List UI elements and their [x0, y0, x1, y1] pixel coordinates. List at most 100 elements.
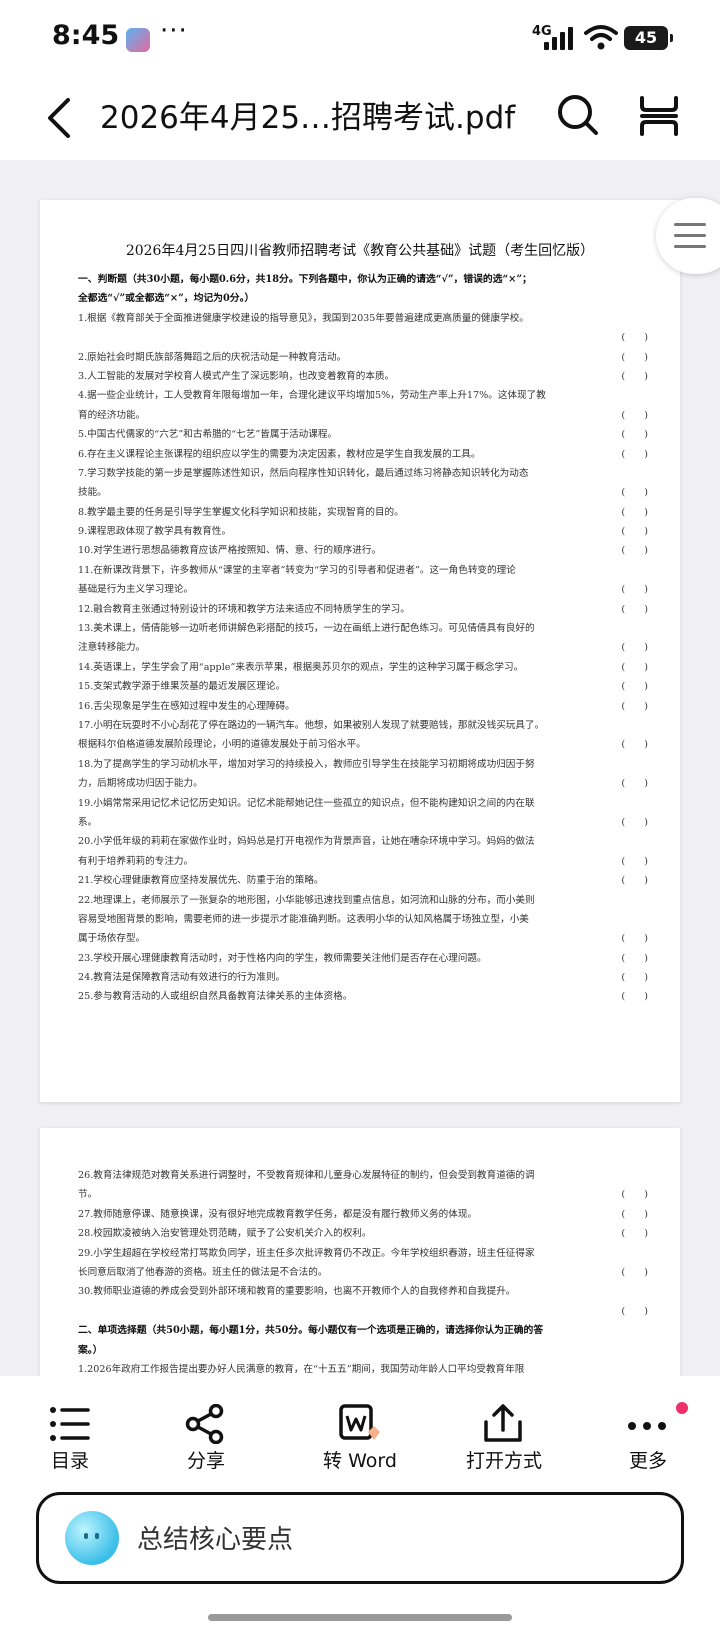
question-line: 长同意后取消了他春游的资格。班主任的做法是不合法的。 ( ): [78, 1262, 648, 1283]
answer-blank: ( ): [615, 1204, 648, 1225]
question-line: 19.小娟常常采用记忆术记忆历史知识。记忆术能帮她记住一些孤立的知识点，但不能构…: [78, 794, 648, 813]
question-line: 1.2026年政府工作报告提出要办好人民满意的教育，在“十五五”期间，我国劳动年…: [78, 1360, 648, 1376]
line-text: 长同意后取消了他春游的资格。班主任的做法是不合法的。: [78, 1266, 328, 1278]
answer-blank: ( ): [615, 638, 648, 658]
pdf-viewer[interactable]: 2026年4月25日四川省教师招聘考试《教育公共基础》试题（考生回忆版） 一、判…: [0, 160, 720, 1376]
line-text: 全都选“√”或全都选“×”，均记为0分。）: [78, 293, 255, 305]
line-text: 6.存在主义课程论主张课程的组织应以学生的需要为决定因素，教材应是学生自我发展的…: [78, 448, 481, 460]
pdf-page-2: 26.教育法律规范对教育关系进行调整时，不受教育规律和儿童身心发展特征的制约，但…: [40, 1128, 680, 1376]
pdf-page-1: 2026年4月25日四川省教师招聘考试《教育公共基础》试题（考生回忆版） 一、判…: [40, 200, 680, 1102]
ai-assistant-area: 总结核心要点: [0, 1486, 720, 1640]
document-title: 2026年4月25…招聘考试.pdf: [100, 100, 516, 136]
question-line: 29.小学生超超在学校经常打骂欺负同学，班主任多次批评教育仍不改正。今年学校组织…: [78, 1244, 648, 1263]
line-text: 16.舌尖现象是学生在感知过程中发生的心理障碍。: [78, 700, 295, 712]
line-text: 节。: [78, 1189, 98, 1201]
question-line: 17.小明在玩耍时不小心刮花了停在路边的一辆汽车。他想，如果被别人发现了就要赔钱…: [78, 716, 648, 735]
line-text: 24.教育法是保障教育活动有效进行的行为准则。: [78, 972, 286, 984]
answer-blank: ( ): [615, 366, 648, 387]
toolbar-item-more[interactable]: 更多: [588, 1376, 708, 1486]
answer-blank: ( ): [615, 1262, 648, 1283]
more-notifications-icon: ···: [160, 16, 188, 46]
ai-summary-button[interactable]: 总结核心要点: [36, 1492, 684, 1584]
answer-blank: ( ): [615, 405, 648, 426]
app-notification-icon: [126, 28, 150, 52]
line-text: 2.原始社会时期氏族部落舞蹈之后的庆祝活动是一种教育活动。: [78, 351, 347, 363]
question-line: 21.学校心理健康教育应坚持发展优先、防重于治的策略。 ( ): [78, 871, 648, 891]
app-header: 2026年4月25…招聘考试.pdf: [0, 78, 720, 160]
question-line: 30.教师职业道德的养成会受到外部环境和教育的重要影响，也离不开教师个人的自我修…: [78, 1282, 648, 1301]
line-text: 13.美术课上，倩倩能够一边听老师讲解色彩搭配的技巧，一边在画纸上进行配色练习。…: [78, 623, 535, 635]
status-time: 8:45: [52, 20, 120, 51]
question-line: 9.课程思政体现了教学具有教育性。 ( ): [78, 522, 648, 542]
answer-blank: ( ): [615, 1224, 648, 1244]
answer-blank: ( ): [615, 522, 648, 542]
question-line: 3.人工智能的发展对学校育人模式产生了深远影响，也改变着教育的本质。 ( ): [78, 366, 648, 387]
answer-blank: ( ): [615, 483, 648, 503]
line-text: 8.教学最主要的任务是引导学生掌握文化科学知识和技能，实现智育的目的。: [78, 506, 404, 518]
toolbox-icon[interactable]: [636, 90, 682, 140]
answer-blank: ( ): [615, 502, 648, 523]
line-text: 1.根据《教育部关于全面推进健康学校建设的指导意见》，我国到2035年要普遍建成…: [78, 312, 529, 324]
question-line: 力，后期将成功归因于能力。 ( ): [78, 774, 648, 794]
line-text: 3.人工智能的发展对学校育人模式产生了深远影响，也改变着教育的本质。: [78, 370, 395, 382]
question-line: 8.教学最主要的任务是引导学生掌握文化科学知识和技能，实现智育的目的。 ( ): [78, 502, 648, 523]
home-indicator[interactable]: [208, 1614, 512, 1621]
question-line: 根据科尔伯格道德发展阶段理论，小明的道德发展处于前习俗水平。 ( ): [78, 735, 648, 755]
line-text: 27.教师随意停课、随意换课，没有很好地完成教育教学任务，都是没有履行教师义务的…: [78, 1208, 478, 1220]
page-1-text: 一、判断题（共30小题，每小题0.6分，共18分。下列各题中，你认为正确的请选“…: [78, 270, 648, 1007]
answer-blank: ( ): [615, 987, 648, 1007]
answer-blank: ( ): [615, 696, 648, 716]
wifi-icon: [584, 25, 618, 50]
question-line: 属于场依存型。 ( ): [78, 929, 648, 949]
toolbar-item-share[interactable]: 分享: [146, 1376, 266, 1486]
question-line: ( ): [78, 1301, 648, 1322]
toolbar-item-catalog[interactable]: 目录: [10, 1376, 130, 1486]
question-line: 14.英语课上，学生学会了用“apple”来表示苹果，根据奥苏贝尔的观点，学生的…: [78, 657, 648, 678]
line-text: 14.英语课上，学生学会了用“apple”来表示苹果，根据奥苏贝尔的观点，学生的…: [78, 661, 524, 673]
line-text: 21.学校心理健康教育应坚持发展优先、防重于治的策略。: [78, 875, 324, 887]
answer-blank: ( ): [615, 541, 648, 561]
bottom-toolbar: 目录 分享 转 Word 打开方式 更多: [0, 1376, 720, 1486]
answer-blank: ( ): [615, 735, 648, 755]
toolbar-item-convert-word[interactable]: 转 Word: [300, 1376, 420, 1486]
line-text: 20.小学低年级的莉莉在家做作业时，妈妈总是打开电视作为背景声音，让她在嘈杂环境…: [78, 836, 535, 848]
line-text: 15.支架式教学源于维果茨基的最近发展区理论。: [78, 681, 286, 693]
signal-icon: [544, 26, 574, 50]
line-text: 系。: [78, 816, 98, 828]
answer-blank: ( ): [615, 1301, 648, 1322]
line-text: 案。）: [78, 1344, 103, 1356]
answer-blank: ( ): [615, 425, 648, 445]
question-line: 有利于培养莉莉的专注力。 ( ): [78, 851, 648, 872]
line-text: 25.参与教育活动的人或组织自然具备教育法律关系的主体资格。: [78, 991, 353, 1003]
exam-title: 2026年4月25日四川省教师招聘考试《教育公共基础》试题（考生回忆版）: [125, 243, 595, 259]
answer-blank: ( ): [615, 677, 648, 697]
line-text: 28.校园欺凌被纳入治安管理处罚范畴，赋予了公安机关介入的权利。: [78, 1228, 372, 1240]
answer-blank: ( ): [615, 1185, 648, 1205]
question-line: 2.原始社会时期氏族部落舞蹈之后的庆祝活动是一种教育活动。 ( ): [78, 347, 648, 367]
toolbar-label: 分享: [186, 1450, 225, 1472]
question-line: ( ): [78, 328, 648, 348]
answer-blank: ( ): [615, 851, 648, 872]
answer-blank: ( ): [615, 580, 648, 600]
question-line: 节。 ( ): [78, 1185, 648, 1205]
answer-blank: ( ): [615, 328, 648, 348]
section-heading-line: 全都选“√”或全都选“×”，均记为0分。）: [78, 289, 648, 308]
question-line: 18.为了提高学生的学习动机水平，增加对学习的持续投入，教师应引导学生在技能学习…: [78, 755, 648, 774]
status-bar: 8:45 ··· 4G 45: [0, 0, 720, 78]
toolbar-item-open-with[interactable]: 打开方式: [444, 1376, 564, 1486]
question-line: 24.教育法是保障教育活动有效进行的行为准则。 ( ): [78, 968, 648, 988]
line-text: 29.小学生超超在学校经常打骂欺负同学，班主任多次批评教育仍不改正。今年学校组织…: [78, 1247, 535, 1259]
line-text: 4.据一些企业统计，工人受教育年限每增加一年，合理化建议平均增加5%，劳动生产率…: [78, 390, 546, 402]
toolbar-label: 目录: [50, 1450, 89, 1472]
ai-assistant-avatar-icon: [65, 1511, 119, 1565]
line-text: 1.2026年政府工作报告提出要办好人民满意的教育，在“十五五”期间，我国劳动年…: [78, 1363, 525, 1375]
line-text: 基础是行为主义学习理论。: [78, 584, 194, 596]
question-line: 系。 ( ): [78, 812, 648, 833]
question-line: 15.支架式教学源于维果茨基的最近发展区理论。 ( ): [78, 677, 648, 697]
search-icon[interactable]: [554, 90, 602, 140]
question-line: 育的经济功能。 ( ): [78, 405, 648, 426]
back-icon[interactable]: [38, 90, 88, 146]
section-heading-line: 二、单项选择题（共50小题，每小题1分，共50分。每小题仅有一个选项是正确的，请…: [78, 1321, 648, 1340]
line-text: 容易受地图背景的影响，需要老师的进一步提示才能准确判断。这表明小华的认知风格属于…: [78, 913, 529, 925]
answer-blank: ( ): [615, 812, 648, 833]
